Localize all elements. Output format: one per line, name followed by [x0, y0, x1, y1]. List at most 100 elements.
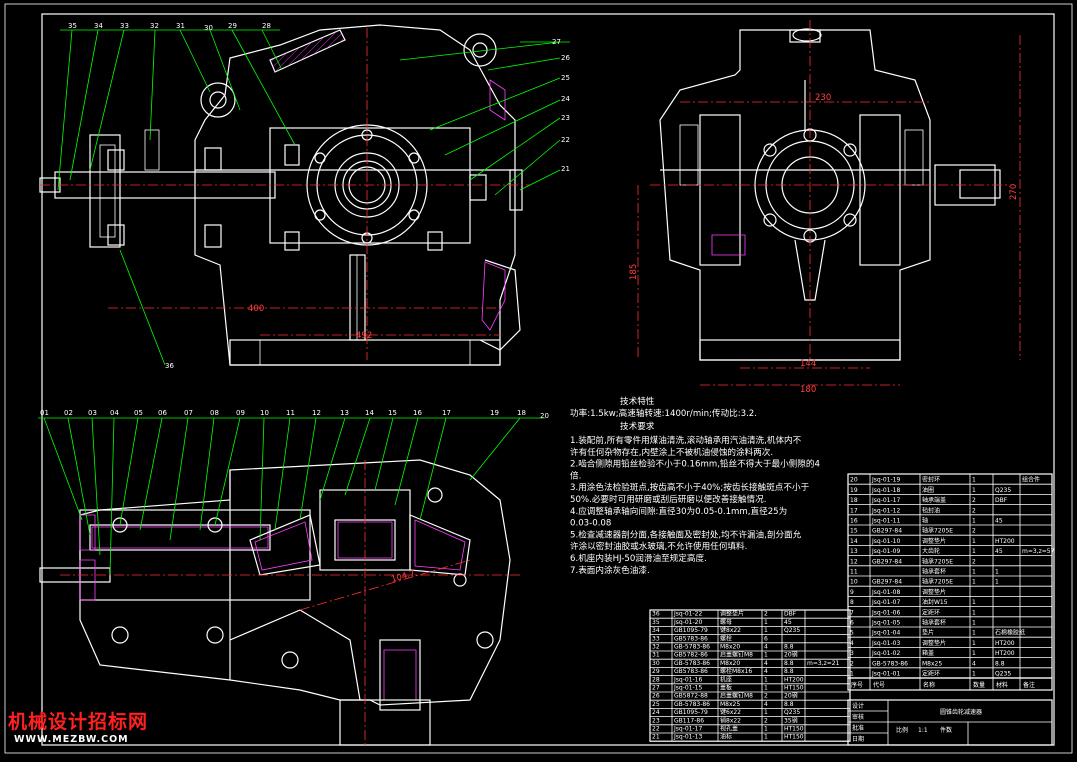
- table-cell: 27: [652, 685, 660, 692]
- dim-492: 492: [356, 331, 372, 341]
- table-cell: 34: [652, 627, 660, 634]
- table-cell: GB5783-86: [674, 668, 708, 675]
- table-cell: Jsq-01-18: [871, 487, 900, 494]
- scale-value: 1:1: [918, 727, 928, 734]
- balloon-20: 20: [540, 412, 549, 420]
- balloon-02: 02: [64, 409, 73, 417]
- table-cell: Jsq-01-16: [673, 676, 702, 683]
- table-cell: 4: [764, 644, 768, 651]
- balloon-28: 28: [262, 22, 271, 30]
- table-cell: 35钢: [784, 716, 798, 724]
- table-cell: 45: [995, 548, 1003, 555]
- dim-180: 180: [800, 385, 816, 395]
- table-cell: 2: [764, 611, 768, 618]
- table-cell: 1: [972, 579, 976, 586]
- balloon-15: 15: [388, 409, 397, 417]
- table-cell: 油封W15: [922, 598, 948, 606]
- table-cell: 1: [972, 569, 976, 576]
- note-line: 0.03-0.08: [570, 519, 611, 529]
- table-cell: 14: [850, 538, 858, 545]
- balloon-11: 11: [286, 409, 295, 417]
- table-cell: 1: [972, 548, 976, 555]
- table-cell: 22: [652, 726, 660, 733]
- table-cell: HT200: [995, 538, 1015, 545]
- table-cell: m=3,z=57: [1022, 548, 1055, 555]
- table-cell: GB5872-88: [674, 693, 708, 700]
- design-label: 设计: [852, 702, 864, 710]
- bom-left-table: 36 Jsq-01-22 调整垫片 2 DBF 35 Jsq-01-20 螺母 1 45 34 GB1…: [649, 609, 851, 742]
- table-cell: 2: [972, 497, 976, 504]
- balloon-26: 26: [561, 54, 570, 62]
- table-cell: 油标: [720, 733, 732, 741]
- table-cell: 2: [764, 717, 768, 724]
- approve-label: 批准: [852, 724, 864, 732]
- date-label: 日期: [852, 735, 864, 743]
- table-cell: 8.8: [995, 660, 1005, 667]
- balloon-31: 31: [176, 22, 185, 30]
- watermark-cn: 机械设计招标网: [8, 710, 148, 733]
- table-cell: 29: [652, 668, 660, 675]
- table-cell: 1: [972, 599, 976, 606]
- table-cell: 9: [850, 589, 854, 596]
- table-cell: 16: [850, 518, 858, 525]
- table-cell: 1: [764, 619, 768, 626]
- table-cell: 2: [972, 507, 976, 514]
- table-cell: 33: [652, 635, 660, 642]
- table-cell: Jsq-01-22: [673, 611, 702, 618]
- dim-185: 185: [629, 264, 639, 280]
- balloon-30: 30: [204, 24, 213, 32]
- balloon-17: 17: [442, 409, 451, 417]
- note-line: 倍.: [570, 469, 581, 481]
- table-cell: 1: [764, 652, 768, 659]
- check-label: 审核: [852, 713, 864, 721]
- table-cell: Jsq-01-03: [871, 640, 900, 647]
- table-cell: 32: [652, 644, 660, 651]
- table-cell: 13: [850, 548, 858, 555]
- balloon-27: 27: [552, 38, 561, 46]
- table-cell: 1: [764, 734, 768, 741]
- table-cell: 螺栓M8x16: [720, 667, 752, 675]
- table-cell: 8.8: [784, 644, 794, 651]
- table-cell: 4: [972, 660, 976, 667]
- table-header: 数量: [973, 681, 985, 689]
- balloon-34: 34: [94, 22, 103, 30]
- table-cell: Jsq-01-04: [871, 630, 900, 637]
- table-cell: 键8x22: [720, 626, 741, 634]
- balloon-21: 21: [561, 165, 570, 173]
- table-cell: M8x20: [720, 644, 740, 651]
- balloon-22: 22: [561, 136, 570, 144]
- table-cell: 4: [764, 668, 768, 675]
- spec-line: 功率:1.5kw;高速轴转速:1400r/min;传动比:3.2.: [570, 407, 757, 419]
- table-cell: 20钢: [784, 651, 798, 659]
- table-cell: Jsq-01-11: [871, 518, 900, 525]
- balloon-25: 25: [561, 74, 570, 82]
- table-cell: 调整垫片: [720, 610, 744, 618]
- table-header: 备注: [1023, 681, 1035, 689]
- note-line: 2.啮合侧隙用铅丝检验不小于0.16mm,铅丝不得大于最小侧隙的4: [570, 458, 820, 470]
- table-cell: 25: [652, 701, 660, 708]
- balloon-33: 33: [120, 22, 129, 30]
- balloon-10: 10: [260, 409, 269, 417]
- table-cell: GB-5783-86: [674, 701, 710, 708]
- table-cell: M8x25: [922, 660, 942, 667]
- table-cell: M8x20: [720, 660, 740, 667]
- dim-400: 400: [248, 304, 264, 314]
- table-cell: 1: [972, 630, 976, 637]
- table-cell: 调整垫片: [922, 537, 946, 545]
- balloon-12: 12: [312, 409, 321, 417]
- table-cell: 19: [850, 487, 858, 494]
- table-cell: 大齿轮: [922, 547, 940, 555]
- table-cell: 8.8: [784, 701, 794, 708]
- watermark: 机械设计招标网 WWW.MEZBW.COM: [8, 710, 148, 745]
- note-line: 许有任何杂物存在,内壁涂上不被机油侵蚀的涂料两次.: [570, 446, 773, 458]
- table-cell: GB-5783-86: [674, 644, 710, 651]
- table-cell: Q235: [995, 487, 1011, 494]
- table-cell: Jsq-01-15: [673, 685, 702, 692]
- table-cell: HT150: [784, 734, 804, 741]
- table-cell: Q235: [784, 709, 800, 716]
- note-line: 50%.必要时可用研磨或刮后研磨以便改善接触情况.: [570, 493, 766, 505]
- table-cell: Q235: [995, 671, 1011, 678]
- table-cell: 1: [972, 671, 976, 678]
- table-header: 序号: [851, 681, 863, 689]
- balloon-19: 19: [490, 409, 499, 417]
